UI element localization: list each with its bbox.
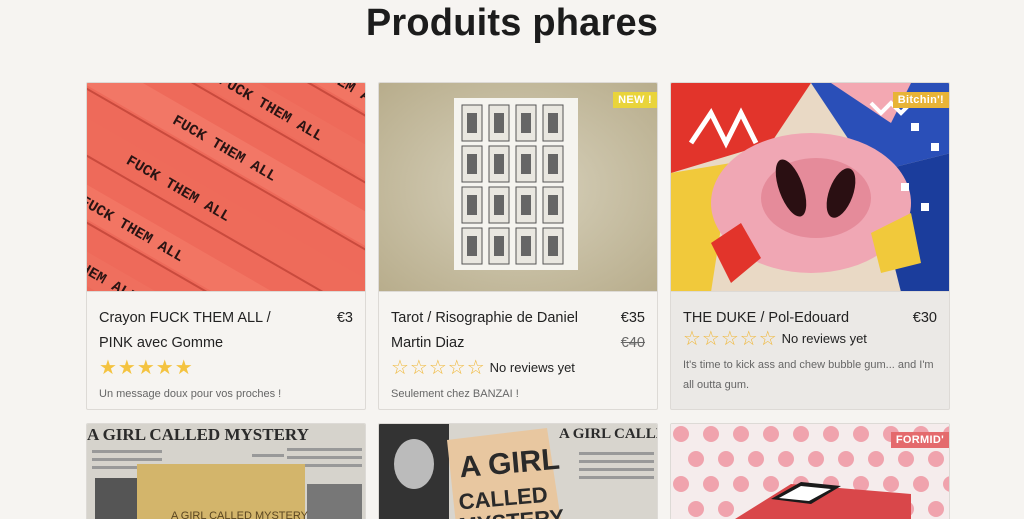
product-card[interactable]: A GIRL CALLED MYSTERY A GIRL CALLED MYST… [378, 423, 658, 519]
product-description: Un message doux pour vos proches ! [99, 388, 282, 400]
product-name[interactable]: Crayon FUCK THEM ALL / PINK avec Gomme [99, 306, 299, 356]
rating-stars[interactable]: ☆☆☆☆☆ No reviews yet [683, 327, 937, 351]
bitchin-badge: Bitchin'! [892, 92, 949, 108]
tarot-print-image[interactable]: NEW ! [379, 83, 657, 292]
star-icons: ★★★★★ [99, 357, 194, 379]
star-icons: ☆☆☆☆☆ [683, 328, 778, 350]
page-title: Produits phares [365, 2, 659, 44]
rating-stars[interactable]: ☆☆☆☆☆ No reviews yet [391, 356, 645, 380]
svg-text:A GIRL CALLED MYSTERY: A GIRL CALLED MYSTERY [171, 510, 309, 519]
product-card[interactable]: A GIRL CALLED MYSTERY A GIRL CALLED MYST… [86, 423, 366, 519]
product-card[interactable]: FORMID' [670, 423, 950, 519]
mystery-book-image-2[interactable]: A GIRL CALLED MYSTERY A GIRL CALLED MYST… [379, 424, 657, 519]
old-price: €40 [620, 335, 645, 351]
reviews-text: No reviews yet [489, 360, 575, 375]
product-price: €30 [912, 310, 937, 326]
product-price: €35 €40 [621, 306, 645, 356]
pencils-image[interactable]: FUCK THEM ALL FUCK THEM ALL FUCK THEM AL… [87, 83, 365, 292]
formid-badge: FORMID' [890, 432, 949, 448]
current-price: €35 [620, 310, 645, 326]
product-price: €3 [336, 310, 353, 326]
polka-dot-box-image[interactable]: FORMID' [671, 424, 949, 519]
star-icons: ☆☆☆☆☆ [391, 357, 486, 379]
svg-text:A GIRL CALLED MYSTERY: A GIRL CALLED MYSTERY [87, 425, 309, 444]
product-card[interactable]: Bitchin'! THE DUKE / Pol-Edouard €30 ☆☆☆… [670, 82, 950, 410]
product-description: It's time to kick ass and chew bubble gu… [683, 359, 934, 391]
duke-artwork-image[interactable]: Bitchin'! [671, 83, 949, 292]
new-badge: NEW ! [613, 92, 657, 108]
mystery-book-image[interactable]: A GIRL CALLED MYSTERY A GIRL CALLED MYST… [87, 424, 365, 519]
product-card[interactable]: NEW ! Tarot / Risographie de Daniel Mart… [378, 82, 658, 410]
reviews-text: No reviews yet [781, 331, 867, 346]
rating-stars: ★★★★★ [99, 356, 353, 380]
product-name[interactable]: Tarot / Risographie de Daniel Martin Dia… [391, 306, 591, 356]
svg-text:A GIRL CALLED MYSTERY: A GIRL CALLED MYSTERY [559, 426, 657, 442]
product-description: Seulement chez BANZAI ! [391, 388, 519, 400]
product-card[interactable]: FUCK THEM ALL FUCK THEM ALL FUCK THEM AL… [86, 82, 366, 410]
